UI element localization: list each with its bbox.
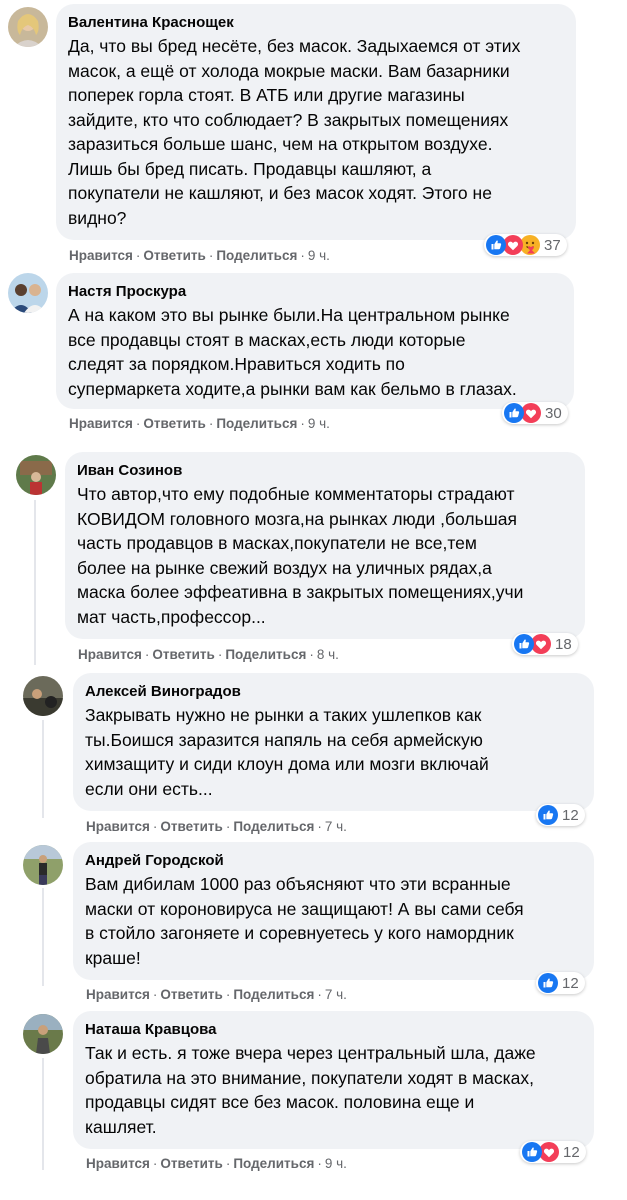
reactions-summary[interactable]: 12 [520, 1141, 586, 1163]
like-icon [522, 1142, 542, 1162]
reply-button[interactable]: Ответить [143, 248, 205, 263]
like-icon [486, 235, 506, 255]
comment-author[interactable]: Настя Проскура [68, 282, 562, 301]
timestamp[interactable]: 9 ч. [325, 1156, 347, 1171]
comment-text: Вам дибилам 1000 раз объясняют что эти в… [85, 874, 524, 968]
comment-text: Да, что вы бред несёте, без масок. Задых… [68, 36, 521, 228]
comment-actions: Нравится · Ответить · Поделиться · 8 ч. [78, 647, 339, 662]
reactions-summary[interactable]: 30 [502, 402, 568, 424]
comment-text: Так и есть. я тоже вчера через центральн… [85, 1043, 536, 1137]
avatar[interactable] [23, 1014, 63, 1054]
thread-line [42, 888, 44, 986]
reactions-summary[interactable]: 12 [536, 804, 585, 826]
comment-text: Закрывать нужно не рынки а таких ушлепко… [85, 705, 489, 799]
like-button[interactable]: Нравится [86, 987, 150, 1002]
comment-bubble: Алексей Виноградов Закрывать нужно не ры… [73, 673, 594, 811]
comment-author[interactable]: Алексей Виноградов [85, 682, 582, 701]
reactions-summary[interactable]: 37 [484, 234, 567, 256]
comment-author[interactable]: Иван Созинов [77, 461, 573, 480]
like-icon [514, 634, 534, 654]
timestamp[interactable]: 8 ч. [317, 647, 339, 662]
reply-button[interactable]: Ответить [143, 416, 205, 431]
like-button[interactable]: Нравится [69, 248, 133, 263]
like-icon [538, 805, 558, 825]
comment-bubble: Настя Проскура А на каком это вы рынке б… [56, 273, 574, 409]
share-button[interactable]: Поделиться [216, 248, 297, 263]
share-button[interactable]: Поделиться [216, 416, 297, 431]
reply-button[interactable]: Ответить [160, 819, 222, 834]
thread-line [42, 720, 44, 818]
comment-bubble: Иван Созинов Что автор,что ему подобные … [65, 452, 585, 639]
avatar[interactable] [23, 676, 63, 716]
timestamp[interactable]: 7 ч. [325, 987, 347, 1002]
avatar[interactable] [8, 7, 48, 47]
comment-bubble: Андрей Городской Вам дибилам 1000 раз об… [73, 842, 594, 980]
love-icon [531, 634, 551, 654]
reaction-count: 12 [562, 806, 579, 824]
comment-bubble: Валентина Краснощек Да, что вы бред несё… [56, 4, 576, 240]
reaction-count: 12 [562, 974, 579, 992]
share-button[interactable]: Поделиться [233, 1156, 314, 1171]
like-button[interactable]: Нравится [86, 819, 150, 834]
timestamp[interactable]: 9 ч. [308, 416, 330, 431]
love-icon [503, 235, 523, 255]
care-icon [520, 235, 540, 255]
like-icon [504, 403, 524, 423]
like-icon [538, 973, 558, 993]
comment-actions: Нравится · Ответить · Поделиться · 7 ч. [86, 819, 347, 834]
timestamp[interactable]: 9 ч. [308, 248, 330, 263]
thread-line [34, 500, 36, 665]
like-button[interactable]: Нравится [86, 1156, 150, 1171]
reactions-summary[interactable]: 12 [536, 972, 585, 994]
comment-actions: Нравится · Ответить · Поделиться · 9 ч. [86, 1156, 347, 1171]
love-icon [539, 1142, 559, 1162]
reply-button[interactable]: Ответить [152, 647, 214, 662]
comment-actions: Нравится · Ответить · Поделиться · 7 ч. [86, 987, 347, 1002]
comment-actions: Нравится · Ответить · Поделиться · 9 ч. [69, 416, 330, 431]
comment-bubble: Наташа Кравцова Так и есть. я тоже вчера… [73, 1011, 594, 1149]
share-button[interactable]: Поделиться [233, 819, 314, 834]
reaction-count: 37 [544, 236, 561, 254]
love-icon [521, 403, 541, 423]
comment-text: Что автор,что ему подобные комментаторы … [77, 484, 524, 627]
reaction-count: 30 [545, 404, 562, 422]
avatar[interactable] [23, 845, 63, 885]
reactions-summary[interactable]: 18 [512, 633, 578, 655]
comment-author[interactable]: Валентина Краснощек [68, 13, 564, 32]
comment-actions: Нравится · Ответить · Поделиться · 9 ч. [69, 248, 330, 263]
like-button[interactable]: Нравится [78, 647, 142, 662]
reply-button[interactable]: Ответить [160, 1156, 222, 1171]
avatar[interactable] [16, 455, 56, 495]
reaction-count: 12 [563, 1143, 580, 1161]
share-button[interactable]: Поделиться [233, 987, 314, 1002]
timestamp[interactable]: 7 ч. [325, 819, 347, 834]
like-button[interactable]: Нравится [69, 416, 133, 431]
share-button[interactable]: Поделиться [225, 647, 306, 662]
reply-button[interactable]: Ответить [160, 987, 222, 1002]
comment-text: А на каком это вы рынке были.На централь… [68, 305, 517, 399]
thread-line [42, 1058, 44, 1170]
comment-author[interactable]: Андрей Городской [85, 851, 582, 870]
reaction-count: 18 [555, 635, 572, 653]
avatar[interactable] [8, 273, 48, 313]
comment-author[interactable]: Наташа Кравцова [85, 1020, 582, 1039]
